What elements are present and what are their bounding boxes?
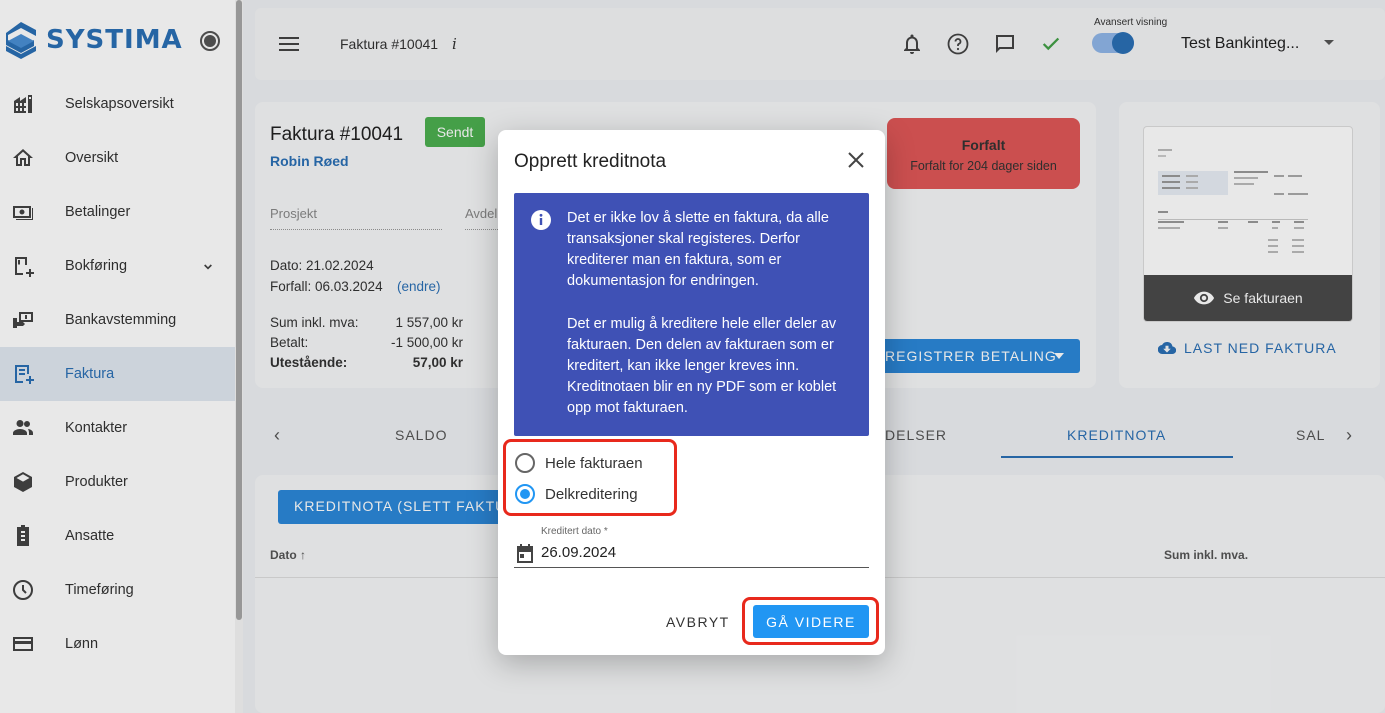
credit-date-label: Kreditert dato *	[541, 526, 608, 537]
dialog-title: Opprett kreditnota	[514, 151, 667, 172]
credit-date-input[interactable]: 26.09.2024	[541, 544, 616, 561]
close-icon[interactable]	[846, 150, 866, 170]
credit-date-underline	[514, 567, 869, 568]
highlight-box-continue	[742, 597, 879, 645]
info-paragraph-2: Det er mulig å kreditere hele eller dele…	[567, 316, 837, 416]
create-credit-note-dialog: Opprett kreditnota Det er ikke lov å sle…	[498, 130, 885, 655]
calendar-icon[interactable]	[515, 542, 535, 564]
info-circle-icon	[531, 210, 551, 230]
info-message: Det er ikke lov å slette en faktura, da …	[514, 193, 869, 436]
highlight-box-radio	[503, 439, 677, 516]
info-paragraph-1: Det er ikke lov å slette en faktura, da …	[567, 210, 829, 289]
cancel-button[interactable]: AVBRYT	[666, 614, 730, 630]
